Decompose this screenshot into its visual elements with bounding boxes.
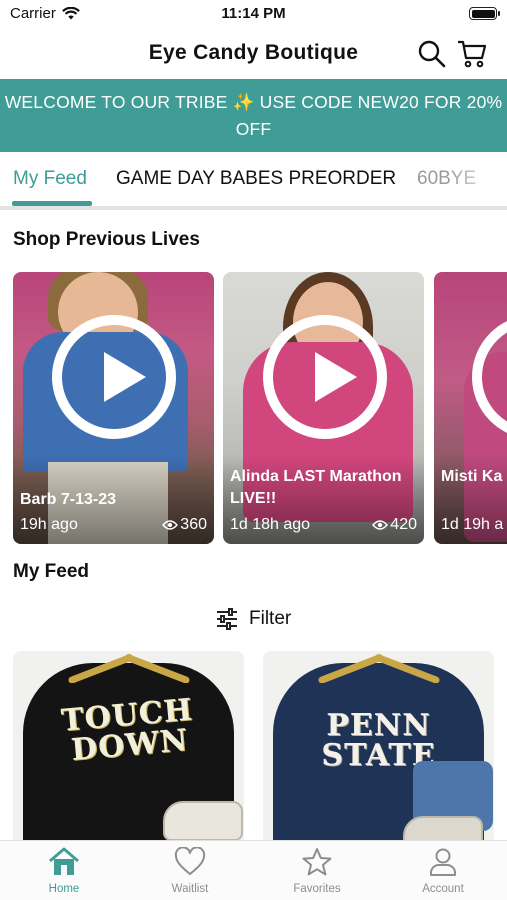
- nav-label: Favorites: [293, 883, 341, 895]
- live-views-count: 360: [180, 516, 207, 533]
- nav-waitlist[interactable]: Waitlist: [140, 847, 240, 895]
- live-title: Barb 7-13-23: [20, 491, 117, 508]
- sliders-icon: [217, 608, 237, 630]
- search-button[interactable]: [416, 38, 448, 70]
- tab-my-feed[interactable]: My Feed: [13, 168, 87, 190]
- star-icon: [302, 848, 332, 876]
- eye-icon: [162, 520, 179, 530]
- nav-home[interactable]: Home: [14, 847, 114, 895]
- app-header: Eye Candy Boutique: [0, 30, 507, 78]
- nav-label: Account: [422, 883, 464, 895]
- live-title: Alinda LAST Marathon LIVE!!: [230, 468, 402, 507]
- live-title: Misti Ka 7/12/23: [441, 468, 507, 485]
- product-card[interactable]: PENN STATE: [263, 651, 494, 851]
- section-heading-previous-lives: Shop Previous Lives: [13, 229, 200, 250]
- product-image-detail: [163, 801, 243, 841]
- live-card[interactable]: Alinda LAST Marathon LIVE!! 1d 18h ago 4…: [223, 272, 424, 544]
- category-tabs: My Feed GAME DAY BABES PREORDER 60BYE: [0, 152, 507, 210]
- play-icon[interactable]: [52, 315, 176, 439]
- nav-label: Home: [48, 883, 80, 895]
- play-icon[interactable]: [263, 315, 387, 439]
- tabs-fade: [447, 152, 507, 210]
- bottom-tab-bar: Home Waitlist Favorites Account: [0, 840, 507, 900]
- home-icon: [49, 847, 79, 875]
- live-time-ago: 19h ago: [20, 516, 78, 533]
- live-views: 360: [162, 516, 207, 534]
- eye-icon: [372, 520, 389, 530]
- live-card[interactable]: Misti Ka 7/12/23 1d 19h a: [434, 272, 507, 544]
- play-triangle: [315, 352, 357, 402]
- hanger-icon: [68, 654, 190, 683]
- hanger-icon: [318, 654, 440, 683]
- nav-label: Waitlist: [171, 883, 209, 895]
- status-bar: Carrier 11:14 PM: [0, 0, 507, 30]
- live-views-count: 420: [390, 516, 417, 533]
- person-icon: [430, 848, 456, 876]
- play-triangle: [104, 352, 146, 402]
- live-card[interactable]: Barb 7-13-23 19h ago 360: [13, 272, 214, 544]
- status-time: 11:14 PM: [221, 5, 286, 22]
- previous-lives-carousel[interactable]: Barb 7-13-23 19h ago 360 Alinda LAST Mar…: [0, 272, 507, 544]
- live-views: 420: [372, 516, 417, 534]
- search-icon: [418, 40, 446, 68]
- live-time-ago: 1d 19h a: [441, 516, 504, 533]
- section-heading-my-feed: My Feed: [13, 561, 90, 582]
- product-card[interactable]: TOUCH DOWN: [13, 651, 244, 851]
- heart-icon: [174, 847, 206, 875]
- nav-account[interactable]: Account: [393, 847, 493, 895]
- tabs-divider: [0, 206, 507, 210]
- promo-banner[interactable]: WELCOME TO OUR TRIBE ✨ USE CODE NEW20 FO…: [0, 79, 507, 152]
- battery-icon: [469, 7, 500, 20]
- filter-label: Filter: [249, 608, 292, 629]
- nav-favorites[interactable]: Favorites: [267, 847, 367, 895]
- promo-banner-text: WELCOME TO OUR TRIBE ✨ USE CODE NEW20 FO…: [4, 92, 503, 139]
- live-time-ago: 1d 18h ago: [230, 516, 311, 533]
- product-graphic-line: PENN: [326, 708, 431, 743]
- cart-button[interactable]: [456, 38, 488, 70]
- filter-button[interactable]: Filter: [215, 606, 291, 632]
- cart-icon: [458, 40, 487, 68]
- tab-game-day-babes-preorder[interactable]: GAME DAY BABES PREORDER: [116, 168, 396, 190]
